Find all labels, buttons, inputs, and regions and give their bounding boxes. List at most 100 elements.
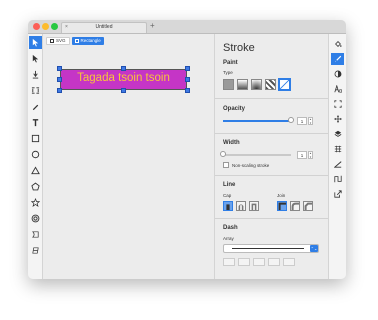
tab-title: Untitled — [95, 24, 113, 30]
text-tool[interactable] — [29, 116, 42, 129]
cap-round-button[interactable] — [236, 201, 246, 211]
resize-handle-top-right[interactable] — [185, 66, 190, 71]
ring-tool[interactable] — [29, 212, 42, 225]
edit-tool[interactable] — [29, 84, 42, 97]
grid-icon — [334, 145, 341, 153]
grid-panel-button[interactable] — [331, 143, 344, 155]
maximize-window-button[interactable] — [51, 23, 58, 30]
pointer-icon — [32, 38, 39, 47]
close-window-button[interactable] — [33, 23, 40, 30]
resize-handle-top-left[interactable] — [57, 66, 62, 71]
join-miter-icon — [278, 202, 286, 210]
breadcrumb-svg[interactable]: SVG — [46, 37, 70, 45]
resize-handle-right[interactable] — [185, 77, 190, 82]
transform-panel-button[interactable] — [331, 158, 344, 170]
breadcrumb: SVG Rectangle — [46, 37, 104, 45]
dimensions-panel-button[interactable] — [331, 98, 344, 110]
array-label: Array — [223, 236, 234, 241]
pentagon-icon — [31, 182, 40, 191]
freehand-icon — [32, 247, 39, 254]
join-bevel-button[interactable] — [303, 201, 313, 211]
type-label: Type — [223, 70, 233, 75]
new-tab-button[interactable]: + — [150, 21, 155, 31]
dash-value-field[interactable] — [268, 258, 280, 266]
node-pointer-tool[interactable] — [29, 52, 42, 65]
cap-label: Cap — [223, 193, 232, 198]
join-label: Join — [277, 193, 286, 198]
font-icon — [333, 85, 342, 93]
opacity-label: Opacity — [223, 106, 246, 112]
stroke-brush-icon — [334, 55, 341, 63]
width-value-field[interactable]: 1 — [297, 151, 307, 159]
opacity-slider-knob[interactable] — [288, 117, 294, 123]
join-miter-button[interactable] — [277, 201, 287, 211]
pen-tool[interactable] — [29, 100, 42, 113]
text-icon — [32, 119, 39, 127]
crescent-tool[interactable] — [29, 228, 42, 241]
opacity-slider-fill — [223, 120, 291, 122]
resize-handle-bottom-left[interactable] — [57, 88, 62, 93]
fill-panel-button[interactable] — [331, 38, 344, 50]
rectangle-tool[interactable] — [29, 132, 42, 145]
minimize-window-button[interactable] — [42, 23, 49, 30]
opacity-stepper[interactable]: ▴ ▾ — [308, 117, 313, 125]
non-scaling-stroke-label: Non-scaling stroke — [232, 163, 270, 168]
node-pointer-icon — [32, 54, 39, 63]
resize-handle-bottom[interactable] — [121, 88, 126, 93]
resize-handle-bottom-right[interactable] — [185, 88, 190, 93]
path-panel-button[interactable] — [331, 173, 344, 185]
drawing-canvas[interactable]: SVG Rectangle Tagada tsoin tsoin — [43, 34, 214, 279]
no-paint-icon — [280, 80, 289, 89]
cap-square-button[interactable] — [249, 201, 259, 211]
layers-panel-button[interactable] — [331, 128, 344, 140]
paint-type-linear-button[interactable] — [237, 79, 248, 90]
join-round-button[interactable] — [290, 201, 300, 211]
stroke-panel-button[interactable] — [331, 53, 344, 65]
font-panel-button[interactable] — [331, 83, 344, 95]
dash-values-row — [223, 258, 319, 266]
export-panel-button[interactable] — [331, 188, 344, 200]
tools-toolbar — [28, 34, 43, 279]
paint-label: Paint — [223, 60, 238, 66]
divider — [215, 218, 328, 219]
paint-type-radial-button[interactable] — [251, 79, 262, 90]
pentagon-tool[interactable] — [29, 180, 42, 193]
cap-butt-icon — [226, 204, 230, 210]
cap-butt-button[interactable] — [223, 201, 233, 211]
width-slider-track[interactable] — [223, 154, 291, 156]
star-tool[interactable] — [29, 196, 42, 209]
resize-handle-top[interactable] — [121, 66, 126, 71]
divider — [215, 133, 328, 134]
dash-value-field[interactable] — [253, 258, 265, 266]
svg-root-icon — [50, 39, 54, 43]
dash-value-field[interactable] — [223, 258, 235, 266]
join-bevel-icon — [304, 202, 312, 210]
resize-handle-left[interactable] — [57, 77, 62, 82]
join-round-icon — [291, 202, 299, 210]
dash-array-select[interactable]: ⌃⌄ — [223, 244, 319, 253]
opacity-panel-button[interactable] — [331, 68, 344, 80]
paint-type-flat-button[interactable] — [223, 79, 234, 90]
opacity-value-field[interactable]: 1 — [297, 117, 307, 125]
circle-tool[interactable] — [29, 148, 42, 161]
width-stepper[interactable]: ▴ ▾ — [308, 151, 313, 159]
width-slider-knob[interactable] — [220, 151, 226, 157]
paint-type-pattern-button[interactable] — [265, 79, 276, 90]
text-cursor-tool[interactable] — [29, 68, 42, 81]
dash-value-field[interactable] — [283, 258, 295, 266]
rectangle-node-icon — [74, 39, 79, 43]
position-panel-button[interactable] — [331, 113, 344, 125]
chevron-down-icon: ⌃⌄ — [310, 245, 318, 252]
dash-value-field[interactable] — [238, 258, 250, 266]
selected-rectangle-shape[interactable]: Tagada tsoin tsoin — [60, 69, 187, 90]
triangle-tool[interactable] — [29, 164, 42, 177]
paint-type-none-button[interactable] — [278, 78, 291, 91]
cap-square-icon — [251, 203, 257, 210]
pointer-tool[interactable] — [29, 36, 42, 49]
document-tab[interactable]: × Untitled — [61, 22, 147, 33]
non-scaling-stroke-checkbox[interactable] — [223, 162, 229, 168]
rectangle-icon — [31, 134, 40, 143]
app-window: × Untitled + SVG Rectangle Tagada tsoin … — [28, 20, 346, 279]
breadcrumb-rectangle[interactable]: Rectangle — [71, 37, 104, 45]
freehand-tool[interactable] — [29, 244, 42, 257]
